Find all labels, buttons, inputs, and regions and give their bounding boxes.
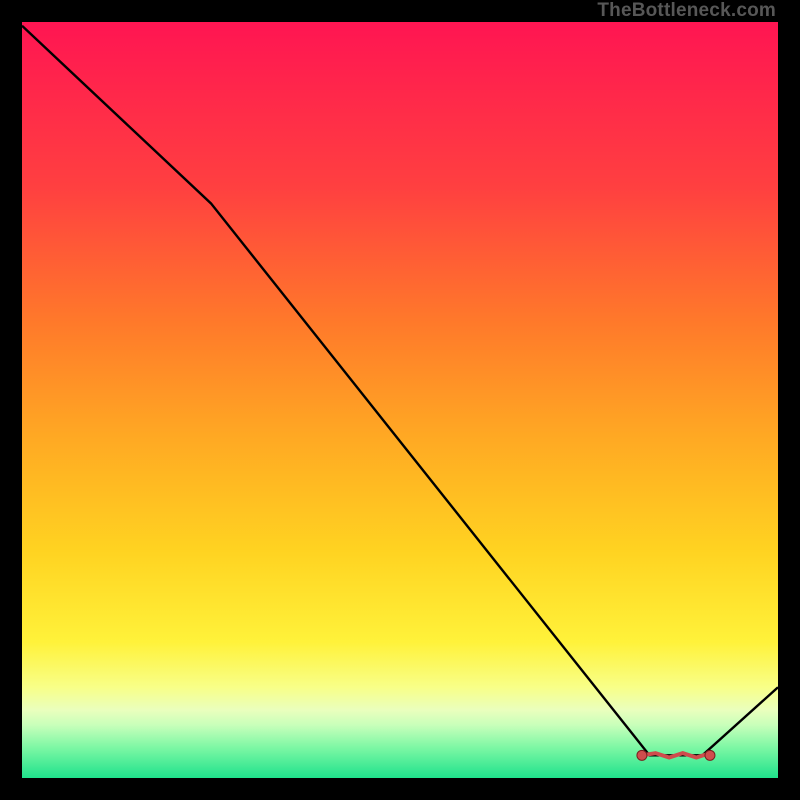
chart-container: TheBottleneck.com <box>0 0 800 800</box>
plot-area <box>22 22 778 778</box>
heatmap-background <box>22 22 778 778</box>
watermark-text: TheBottleneck.com <box>597 0 776 22</box>
optimal-zone-endpoint-0 <box>637 750 647 760</box>
optimal-zone-endpoint-1 <box>705 750 715 760</box>
chart-svg <box>22 22 778 778</box>
